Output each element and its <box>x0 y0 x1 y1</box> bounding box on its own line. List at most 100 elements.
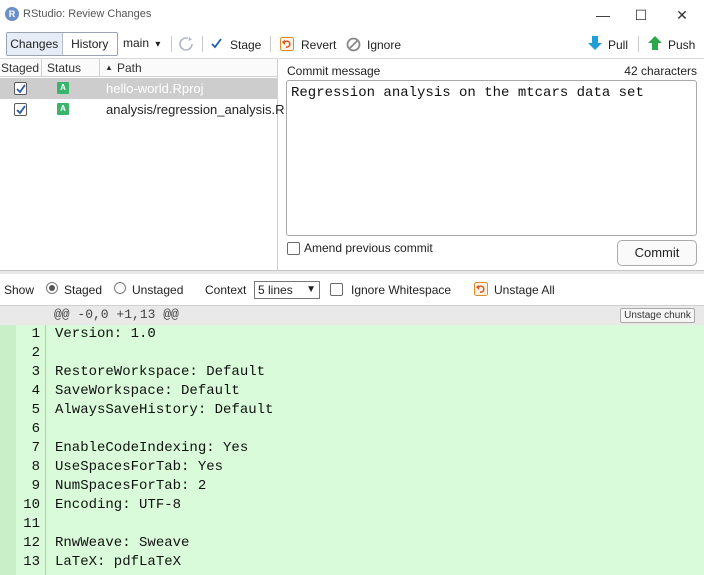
staged-radio[interactable] <box>46 282 58 294</box>
diff-line: 9 NumSpacesForTab: 2 <box>0 477 704 496</box>
line-text: SaveWorkspace: Default <box>55 383 240 399</box>
commit-message-label: Commit message <box>287 64 381 78</box>
diff-line: 8 UseSpacesForTab: Yes <box>0 458 704 477</box>
hunk-range: @@ -0,0 +1,13 @@ <box>54 307 179 322</box>
commit-panel: Commit message 42 characters Regression … <box>279 58 704 270</box>
line-text: NumSpacesForTab: 2 <box>55 478 207 494</box>
line-number: 11 <box>23 516 40 532</box>
ignore-icon <box>346 37 361 55</box>
checkmark-icon <box>211 38 222 49</box>
line-text: EnableCodeIndexing: Yes <box>55 440 249 456</box>
review-toolbar: Changes History main ▾ Stage Revert Igno… <box>0 30 704 58</box>
amend-checkbox[interactable] <box>287 242 300 255</box>
hunk-header: @@ -0,0 +1,13 @@ Unstage chunk <box>0 306 704 325</box>
diff-toolbar: Show Staged Unstaged Context 5 lines ▼ I… <box>0 274 704 306</box>
diff-line: 4 SaveWorkspace: Default <box>0 382 704 401</box>
pull-label: Pull <box>608 38 629 52</box>
diff-line: 5 AlwaysSaveHistory: Default <box>0 401 704 420</box>
commit-button[interactable]: Commit <box>617 240 697 266</box>
line-text: RnwWeave: Sweave <box>55 535 190 551</box>
commit-message-input[interactable]: Regression analysis on the mtcars data s… <box>286 80 697 236</box>
refresh-icon[interactable] <box>178 36 194 55</box>
push-label: Push <box>668 38 696 52</box>
column-divider[interactable] <box>41 59 42 77</box>
line-text: RestoreWorkspace: Default <box>55 364 266 380</box>
unstaged-radio-label: Unstaged <box>132 283 184 297</box>
context-value: 5 lines <box>258 283 293 297</box>
title-bar: R RStudio: Review Changes — ☐ ✕ <box>0 0 704 30</box>
maximize-button[interactable]: ☐ <box>623 4 659 26</box>
stage-label: Stage <box>230 38 262 52</box>
file-path: hello-world.Rproj <box>106 81 204 96</box>
ignore-whitespace-checkbox[interactable] <box>330 283 343 296</box>
diff-line: 13 LaTeX: pdfLaTeX <box>0 553 704 572</box>
changes-tab[interactable]: Changes <box>7 33 63 55</box>
line-number: 10 <box>23 497 40 513</box>
path-column-header[interactable]: Path <box>117 60 142 76</box>
changed-files-list: Staged Status ▲ Path A hello-world.Rproj… <box>0 58 284 270</box>
line-text: Version: 1.0 <box>55 326 156 342</box>
toolbar-divider <box>638 36 639 52</box>
amend-label: Amend previous commit <box>304 241 433 255</box>
status-added-badge: A <box>57 103 69 115</box>
diff-line: 3 RestoreWorkspace: Default <box>0 363 704 382</box>
diff-lines: 1 Version: 1.0 2 3 RestoreWorkspace: Defau… <box>0 325 704 575</box>
diff-line: 12 RnwWeave: Sweave <box>0 534 704 553</box>
file-list-header: Staged Status ▲ Path <box>0 59 277 77</box>
line-number: 13 <box>23 554 40 570</box>
staged-checkbox[interactable] <box>14 103 27 116</box>
view-mode-toggle: Changes History <box>6 32 118 56</box>
branch-selector[interactable]: main ▾ <box>123 36 160 50</box>
unstage-all-label: Unstage All <box>494 283 555 297</box>
line-number: 5 <box>31 402 40 418</box>
status-column-header[interactable]: Status <box>47 60 81 76</box>
staged-radio-label: Staged <box>64 283 103 297</box>
staged-checkbox[interactable] <box>14 82 27 95</box>
column-divider[interactable] <box>99 59 100 77</box>
line-number: 9 <box>31 478 40 494</box>
context-lines-select[interactable]: 5 lines ▼ <box>254 281 320 299</box>
diff-line: 6 <box>0 420 704 439</box>
diff-line: 10 Encoding: UTF-8 <box>0 496 704 515</box>
line-number: 6 <box>31 421 40 437</box>
status-added-badge: A <box>57 82 69 94</box>
ignore-whitespace-label: Ignore Whitespace <box>351 283 452 297</box>
toolbar-divider <box>202 36 203 52</box>
revert-label: Revert <box>301 38 337 52</box>
ignore-label: Ignore <box>367 38 402 52</box>
show-label: Show <box>4 283 35 297</box>
line-number: 7 <box>31 440 40 456</box>
line-number: 12 <box>23 535 40 551</box>
file-path: analysis/regression_analysis.R <box>106 102 285 117</box>
line-text: UseSpacesForTab: Yes <box>55 459 224 475</box>
toolbar-divider <box>270 36 271 52</box>
branch-name: main <box>123 36 150 50</box>
file-row[interactable]: A hello-world.Rproj <box>0 78 277 99</box>
diff-line: 7 EnableCodeIndexing: Yes <box>0 439 704 458</box>
diff-line: 2 <box>0 344 704 363</box>
minimize-button[interactable]: — <box>585 4 621 26</box>
dropdown-arrow-icon: ▼ <box>306 284 316 295</box>
line-number: 8 <box>31 459 40 475</box>
unstaged-radio[interactable] <box>114 282 126 294</box>
line-number: 1 <box>31 326 40 342</box>
revert-icon <box>474 282 488 299</box>
context-label: Context <box>205 283 247 297</box>
character-count: 42 characters <box>624 64 697 78</box>
diff-view: @@ -0,0 +1,13 @@ Unstage chunk 1 Version:… <box>0 306 704 575</box>
staged-column-header[interactable]: Staged <box>1 60 39 76</box>
revert-icon <box>280 37 294 54</box>
sort-ascending-icon: ▲ <box>105 63 113 72</box>
close-button[interactable]: ✕ <box>664 4 700 26</box>
diff-line: 1 Version: 1.0 <box>0 325 704 344</box>
history-tab[interactable]: History <box>63 33 118 55</box>
push-arrow-icon <box>647 35 663 54</box>
line-number: 4 <box>31 383 40 399</box>
unstage-chunk-button[interactable]: Unstage chunk <box>620 308 695 323</box>
file-row[interactable]: A analysis/regression_analysis.R <box>0 99 284 120</box>
pull-arrow-icon <box>587 35 603 54</box>
line-text: LaTeX: pdfLaTeX <box>55 554 182 570</box>
chevron-down-icon: ▾ <box>155 39 161 50</box>
line-number: 3 <box>31 364 40 380</box>
rstudio-logo-icon: R <box>5 7 19 21</box>
